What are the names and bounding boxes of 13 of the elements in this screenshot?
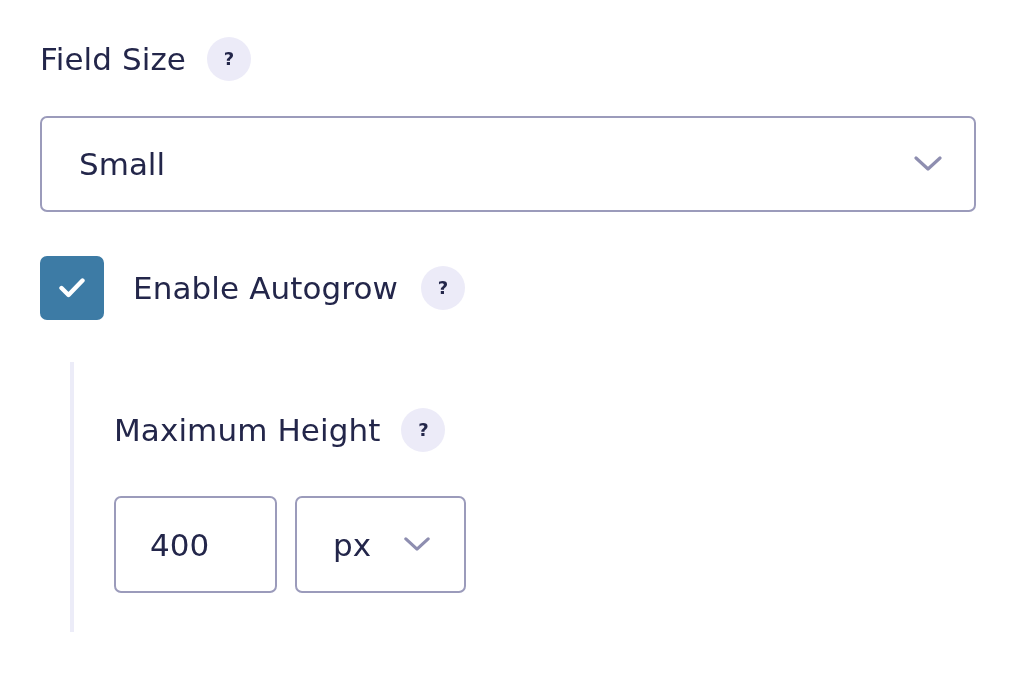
maximum-height-label: Maximum Height [114, 411, 381, 450]
field-size-select[interactable]: Small [40, 116, 976, 212]
height-input[interactable]: 400 [114, 496, 277, 593]
help-button[interactable]: ? [401, 408, 446, 452]
chevron-down-icon [914, 156, 942, 172]
checkbox[interactable] [40, 256, 104, 320]
help-button[interactable]: ? [421, 266, 465, 310]
help-button[interactable]: ? [207, 37, 252, 81]
check-icon [59, 278, 85, 298]
field-size-label: Field Size [40, 40, 187, 79]
chevron-down-icon [404, 537, 430, 552]
checkbox-label[interactable]: Enable Autogrow [133, 268, 398, 308]
unit-select[interactable]: px [295, 496, 466, 593]
